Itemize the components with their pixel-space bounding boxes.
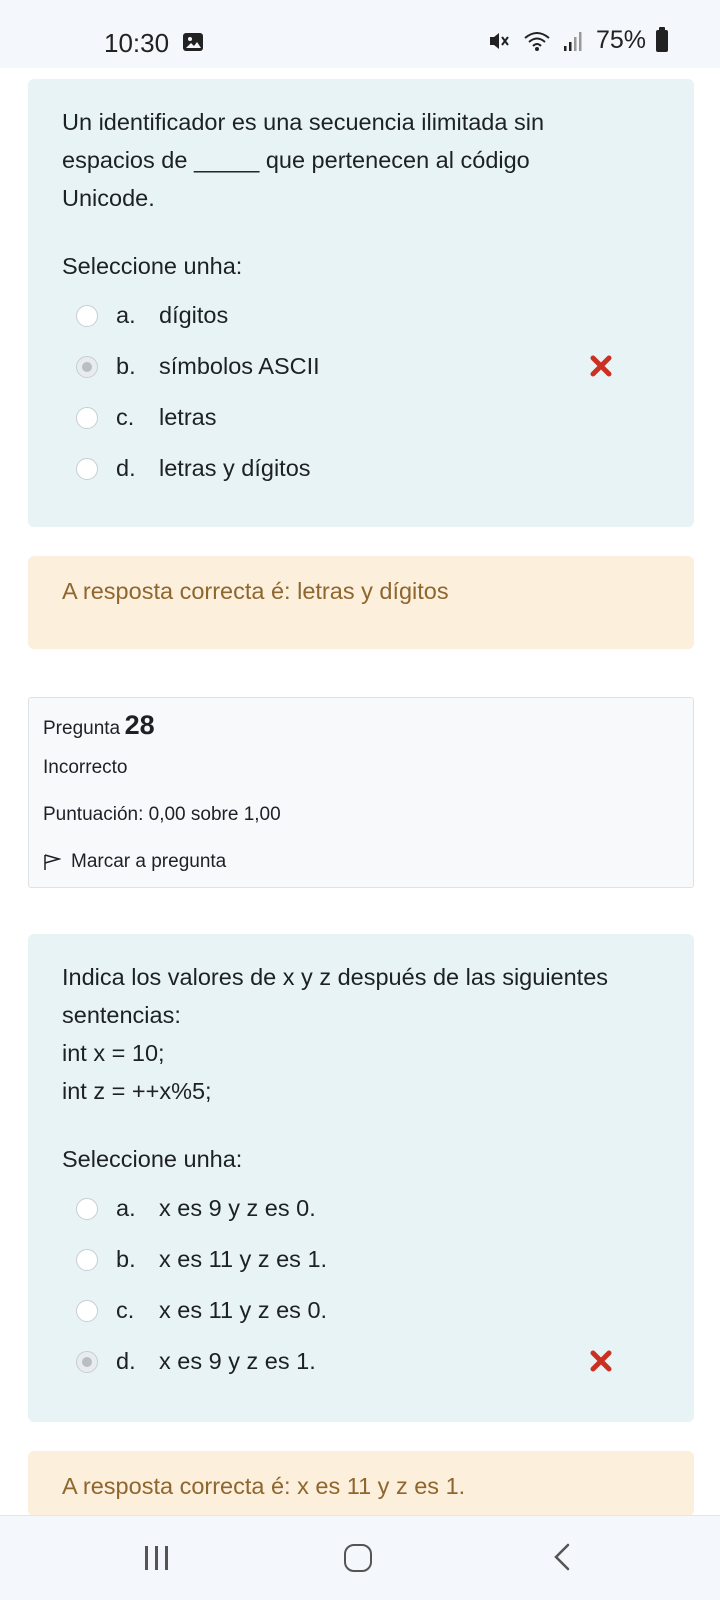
option-text: x es 9 y z es 1. [159,1348,316,1374]
radio-button[interactable] [76,1249,98,1271]
flag-question-link[interactable]: Marcar a pregunta [43,851,679,873]
option-text: x es 11 y z es 0. [159,1297,328,1323]
option-letter: c. [116,404,135,430]
status-bar: 10:30 75% [0,0,720,68]
question-line: int x = 10; [62,1040,165,1066]
mute-icon [489,32,509,49]
radio-button[interactable] [76,458,98,480]
option-a[interactable]: a. x es 9 y z es 0. [62,1185,660,1236]
radio-button[interactable] [76,305,98,327]
option-c[interactable]: c. x es 11 y z es 0. [62,1287,660,1338]
back-icon[interactable] [548,1542,578,1572]
question-number: 28 [124,710,155,740]
question-line: Un identificador es una secuencia ilimit… [62,109,545,135]
radio-button-selected[interactable] [76,356,98,378]
question-line: Unicode. [62,185,155,211]
option-text: x es 9 y z es 0. [159,1195,316,1221]
question-line: Indica los valores de x y z después de l… [62,964,609,990]
feedback-card-prev: A resposta correcta é: letras y dígitos [28,556,694,649]
battery-icon [656,26,668,52]
feedback-card: A resposta correcta é: x es 11 y z es 1. [28,1451,694,1516]
select-prompt: Seleccione unha: [62,253,243,279]
option-letter: d. [116,455,136,481]
gallery-icon [183,33,203,51]
incorrect-icon [590,1350,612,1372]
question-grade: Puntuación: 0,00 sobre 1,00 [43,804,281,825]
answer-options: a. x es 9 y z es 0. b. x es 11 y z es 1.… [62,1185,660,1389]
question-label: Pregunta [43,718,121,739]
correct-answer-text: A resposta correcta é: letras y dígitos [62,578,449,604]
question-text: Un identificador es una secuencia ilimit… [62,103,660,217]
option-letter: b. [116,353,136,379]
option-b[interactable]: b. símbolos ASCII [62,343,660,394]
battery-percent: 75% [595,26,646,54]
radio-button[interactable] [76,1198,98,1220]
question-text: Indica los valores de x y z después de l… [62,958,660,1110]
answer-options: a. dígitos b. símbolos ASCII c. letras d… [62,292,660,496]
flag-icon [44,854,61,870]
wifi-icon [524,31,550,51]
question-card: Indica los valores de x y z después de l… [28,934,694,1422]
question-line: sentencias: [62,1002,181,1028]
option-text: x es 11 y z es 1. [159,1246,328,1272]
option-letter: a. [116,1195,136,1221]
option-letter: b. [116,1246,136,1272]
option-text: símbolos ASCII [159,353,320,379]
option-text: letras y dígitos [159,455,311,481]
question-line: espacios de _____ que pertenecen al códi… [62,147,530,173]
option-a[interactable]: a. dígitos [62,292,660,343]
select-prompt: Seleccione unha: [62,1146,243,1172]
option-text: dígitos [159,302,229,328]
flag-label: Marcar a pregunta [71,851,227,872]
option-d[interactable]: d. x es 9 y z es 1. [62,1338,660,1389]
option-letter: c. [116,1297,135,1323]
signal-icon [563,31,582,51]
option-b[interactable]: b. x es 11 y z es 1. [62,1236,660,1287]
correct-answer-text: A resposta correcta é: x es 11 y z es 1. [62,1473,466,1499]
question-state: Incorrecto [43,757,128,778]
option-letter: a. [116,302,136,328]
question-line: int z = ++x%5; [62,1078,212,1104]
option-d[interactable]: d. letras y dígitos [62,445,660,496]
radio-button[interactable] [76,407,98,429]
question-info: Pregunta 28 Incorrecto Puntuación: 0,00 … [28,697,694,888]
system-nav-bar [0,1515,720,1600]
question-card-prev: Un identificador es una secuencia ilimit… [28,79,694,527]
radio-button-selected[interactable] [76,1351,98,1373]
status-time: 10:30 [104,28,170,58]
home-icon[interactable] [344,1544,372,1572]
incorrect-icon [590,355,612,377]
radio-button[interactable] [76,1300,98,1322]
option-text: letras [159,404,217,430]
option-letter: d. [116,1348,136,1374]
status-icons: 75% [488,26,668,55]
option-c[interactable]: c. letras [62,394,660,445]
recent-apps-icon[interactable] [145,1546,173,1570]
